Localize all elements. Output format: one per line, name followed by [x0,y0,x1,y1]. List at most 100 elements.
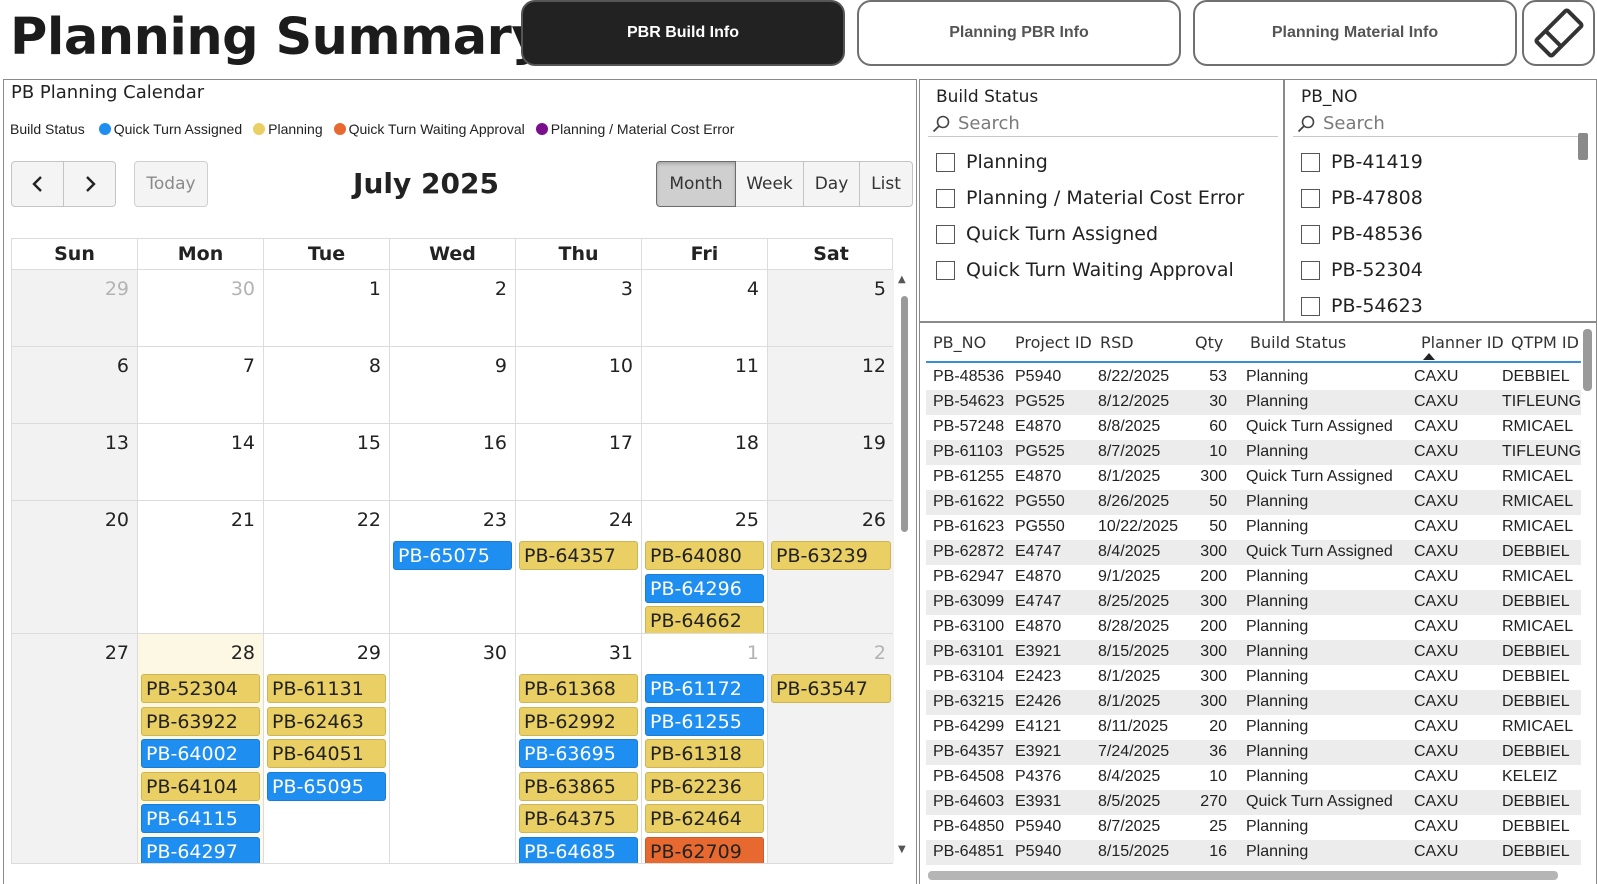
day-number[interactable]: 7 [243,355,255,377]
day-number[interactable]: 20 [105,509,129,531]
table-row[interactable]: PB-64508 P4376 8/4/2025 10 Planning CAXU KELEI… [926,765,1581,790]
calendar-scrollbar[interactable]: ▲ ▼ [897,274,911,864]
day-number[interactable]: 30 [231,278,255,300]
day-cell[interactable]: 8 [264,347,390,423]
column-header-pb-no[interactable]: PB_NO [933,333,986,352]
table-row[interactable]: PB-64850 P5940 8/7/2025 25 Planning CAXU DEBBI… [926,815,1581,840]
table-row[interactable]: PB-54623 PG525 8/12/2025 30 Planning CAXU TIFL… [926,390,1581,415]
day-cell[interactable]: 15 [264,424,390,500]
day-cell[interactable]: 20 [12,501,138,633]
day-number[interactable]: 29 [105,278,129,300]
day-cell[interactable]: 11 [642,347,768,423]
legend-item-planning-material-cost-error[interactable]: Planning / Material Cost Error [535,121,734,137]
checkbox[interactable] [936,260,955,280]
column-header-qty[interactable]: Qty [1195,333,1223,352]
calendar-event[interactable]: PB-64104 [141,771,260,801]
day-cell[interactable]: 17 [516,424,642,500]
calendar-event[interactable]: PB-65095 [267,771,386,801]
day-cell[interactable]: 2 [390,270,516,346]
calendar-event[interactable]: PB-61318 [645,739,764,768]
day-cell[interactable]: 1 PB-61172 PB-61255 PB-61318 PB-62236 PB-6246… [642,634,768,863]
calendar-event[interactable]: PB-64002 [141,739,260,768]
column-header-planner-id[interactable]: Planner ID [1421,333,1504,352]
day-number[interactable]: 26 [862,509,886,531]
day-number[interactable]: 10 [609,355,633,377]
day-number[interactable]: 1 [369,278,381,300]
calendar-event[interactable]: PB-64051 [267,739,386,768]
day-cell[interactable]: 13 [12,424,138,500]
checkbox[interactable] [936,152,955,172]
slicer-option-planning-material-cost-error[interactable]: Planning / Material Cost Error [936,180,1244,216]
calendar-event[interactable]: PB-63695 [519,739,638,768]
checkbox[interactable] [1301,188,1320,208]
day-cell[interactable]: 1 [264,270,390,346]
calendar-event[interactable]: PB-63239 [771,541,891,570]
calendar-event[interactable]: PB-61255 [645,706,764,736]
day-number[interactable]: 8 [369,355,381,377]
table-vertical-scrollbar[interactable] [1583,329,1592,391]
calendar-event[interactable]: PB-61172 [645,674,764,703]
slicer-option-pb-no[interactable]: PB-48536 [1301,216,1423,252]
calendar-event[interactable]: PB-64297 [141,836,260,863]
slicer-option-pb-no[interactable]: PB-52304 [1301,252,1423,288]
slicer-option-pb-no[interactable]: PB-41419 [1301,144,1423,180]
calendar-event[interactable]: PB-61131 [267,674,386,703]
calendar-event[interactable]: PB-62236 [645,771,764,801]
day-number[interactable]: 27 [105,642,129,664]
table-row[interactable]: PB-64603 E3931 8/5/2025 270 Quick Turn Assig… [926,790,1581,815]
table-row[interactable]: PB-63104 E2423 8/1/2025 300 Planning CAXU DEBB… [926,665,1581,690]
checkbox[interactable] [936,224,955,244]
legend-item-quick-turn-waiting-approval[interactable]: Quick Turn Waiting Approval [333,121,525,137]
calendar-event[interactable]: PB-63922 [141,706,260,736]
day-cell[interactable]: 7 [138,347,264,423]
scroll-up-icon[interactable]: ▲ [898,274,906,285]
day-number[interactable]: 3 [621,278,633,300]
slicer-option-quick-turn-waiting-approval[interactable]: Quick Turn Waiting Approval [936,252,1244,288]
calendar-event[interactable]: PB-64375 [519,804,638,833]
day-cell[interactable]: 14 [138,424,264,500]
table-row[interactable]: PB-63099 E4747 8/25/2025 300 Planning CAXU DEB… [926,590,1581,615]
calendar-event[interactable]: PB-52304 [141,674,260,703]
table-row[interactable]: PB-48536 P5940 8/22/2025 53 Planning CAXU DEBB… [926,365,1581,390]
legend-item-quick-turn-assigned[interactable]: Quick Turn Assigned [98,121,242,137]
table-row[interactable]: PB-62872 E4747 8/4/2025 300 Quick Turn Assig… [926,540,1581,565]
day-number[interactable]: 18 [735,432,759,454]
calendar-event[interactable]: PB-64115 [141,804,260,833]
day-cell[interactable]: 16 [390,424,516,500]
column-header-project-id[interactable]: Project ID [1015,333,1092,352]
checkbox[interactable] [1301,296,1320,316]
column-header-rsd[interactable]: RSD [1100,333,1134,352]
day-cell[interactable]: 26 PB-63239 [768,501,894,633]
calendar-event[interactable]: PB-62464 [645,804,764,833]
day-cell-today[interactable]: 28 PB-52304 PB-63922 PB-64002 PB-64104 PB-641… [138,634,264,863]
day-number[interactable]: 28 [231,642,255,664]
calendar-event[interactable]: PB-61368 [519,674,638,703]
calendar-event[interactable]: PB-65075 [393,541,512,570]
calendar-event[interactable]: PB-62992 [519,706,638,736]
day-cell[interactable]: 30 [138,270,264,346]
day-number[interactable]: 13 [105,432,129,454]
table-row[interactable]: PB-62947 E4870 9/1/2025 200 Planning CAXU RMIC… [926,565,1581,590]
checkbox[interactable] [936,188,955,208]
day-number[interactable]: 19 [862,432,886,454]
table-row[interactable]: PB-57248 E4870 8/8/2025 60 Quick Turn Assign… [926,415,1581,440]
day-cell[interactable]: 3 [516,270,642,346]
day-cell[interactable]: 30 [390,634,516,863]
day-cell[interactable]: 23 PB-65075 [390,501,516,633]
checkbox[interactable] [1301,260,1320,280]
table-horizontal-scrollbar[interactable] [928,871,1558,880]
day-number[interactable]: 22 [357,509,381,531]
nav-button-planning-material-info[interactable]: Planning Material Info [1193,0,1517,66]
legend-item-planning[interactable]: Planning [253,121,323,137]
day-number[interactable]: 9 [495,355,507,377]
slicer-option-pb-no[interactable]: PB-54623 [1301,288,1423,321]
calendar-event[interactable]: PB-64080 [645,541,764,570]
day-cell[interactable]: 22 [264,501,390,633]
calendar-event[interactable]: PB-62463 [267,706,386,736]
view-list-button[interactable]: List [860,161,913,207]
day-cell[interactable]: 29 [12,270,138,346]
nav-button-planning-pbr-info[interactable]: Planning PBR Info [857,0,1181,66]
day-number[interactable]: 29 [357,642,381,664]
day-number[interactable]: 16 [483,432,507,454]
day-cell[interactable]: 10 [516,347,642,423]
